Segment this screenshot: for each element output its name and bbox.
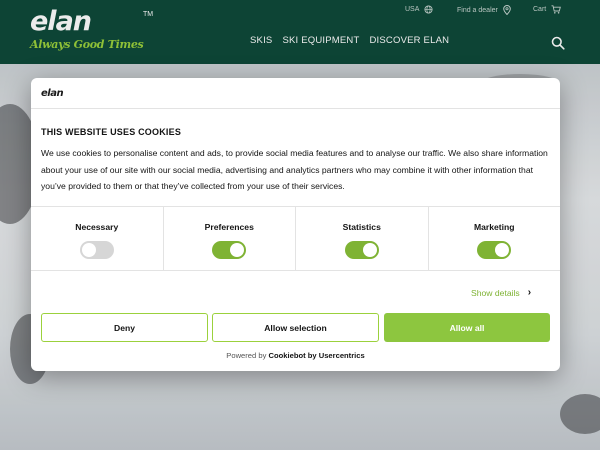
toggle-knob (495, 243, 510, 257)
dialog-body-text: We use cookies to personalise content an… (41, 148, 548, 191)
toggle-necessary (79, 241, 114, 259)
show-details-label: Show details (471, 287, 520, 298)
category-label: Statistics (342, 222, 381, 232)
category-marketing: Marketing (429, 207, 561, 270)
category-necessary: Necessary (31, 207, 164, 270)
dialog-title: THIS WEBSITE USES COOKIES (41, 127, 182, 137)
toggle-knob (81, 243, 96, 257)
show-details-link[interactable]: Show details › (471, 287, 531, 298)
toggle-knob (230, 243, 245, 257)
toggle-knob (362, 243, 377, 257)
category-label: Necessary (75, 222, 119, 232)
toggle-statistics[interactable] (344, 241, 379, 259)
toggle-marketing[interactable] (477, 241, 512, 259)
powered-by: Powered by Cookiebot by Usercentrics (31, 351, 560, 360)
powered-by-prefix: Powered by (226, 351, 269, 360)
dialog-logo-text: elan (41, 88, 64, 99)
divider (31, 108, 560, 109)
chevron-right-icon: › (527, 287, 532, 298)
dialog-logo: elan (41, 88, 64, 99)
category-label: Preferences (204, 222, 254, 232)
category-statistics: Statistics (296, 207, 429, 270)
allow-selection-button[interactable]: Allow selection (212, 313, 379, 342)
category-label: Marketing (473, 222, 515, 232)
toggle-preferences[interactable] (212, 241, 247, 259)
allow-all-button[interactable]: Allow all (384, 313, 550, 342)
deny-button[interactable]: Deny (41, 313, 208, 342)
cookie-categories: Necessary Preferences Statistics Marketi… (31, 206, 560, 271)
cookiebot-link[interactable]: Cookiebot by Usercentrics (269, 351, 365, 360)
cookie-consent-dialog: elan THIS WEBSITE USES COOKIES We use co… (31, 78, 560, 371)
category-preferences: Preferences (164, 207, 296, 270)
